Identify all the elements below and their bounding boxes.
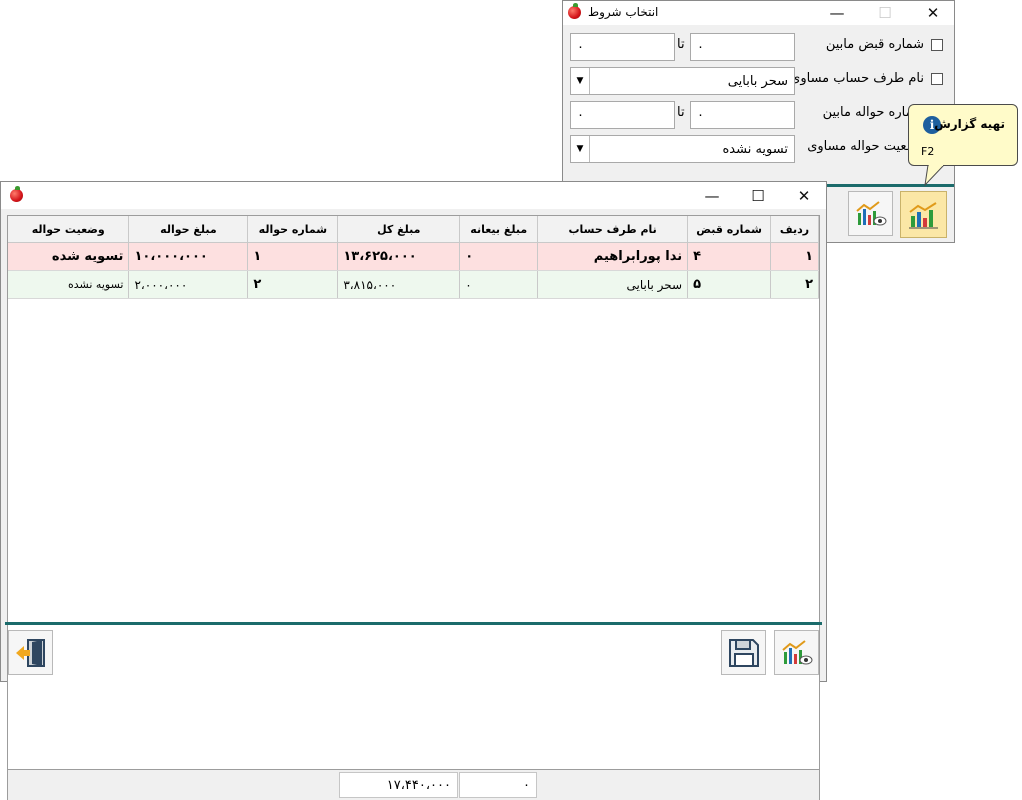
cell-status: تسویه شده [8, 242, 130, 271]
receipt-from-value: ۰ [697, 39, 704, 55]
generate-report-button[interactable] [900, 191, 947, 238]
cell-account: سحر بابایی [537, 270, 689, 299]
transfer-to-value: ۰ [577, 107, 584, 123]
to-label-2: تا [677, 105, 685, 120]
exit-button[interactable] [8, 630, 53, 675]
receipt-to-input[interactable]: ۰ [570, 33, 675, 61]
col-header-status[interactable]: وضعیت حواله [8, 216, 130, 243]
cell-transfer-no: ۲ [247, 270, 339, 299]
chart-preview-icon [855, 200, 886, 225]
conditions-title: انتخاب شروط [588, 5, 659, 19]
tooltip-title: تهیه گزارش [934, 117, 1005, 131]
cell-transfer-no: ۱ [247, 242, 339, 271]
report-window: — ☐ ✕ ردیف شماره قبض نام طرف حساب مبلغ ب… [0, 181, 827, 800]
chevron-down-icon[interactable]: ▼ [571, 68, 590, 94]
receipt-to-value: ۰ [577, 39, 584, 55]
tooltip-shortcut: F2 [921, 145, 935, 158]
deposit-sum-value: ۰ [523, 777, 530, 793]
account-combo[interactable]: ▼ سحر بابایی [570, 67, 795, 95]
tooltip-pointer [924, 165, 945, 187]
report-titlebar: — ☐ ✕ [1, 182, 826, 209]
col-header-account[interactable]: نام طرف حساب [537, 216, 689, 243]
cell-deposit: ۰ [459, 242, 539, 271]
app-logo-icon [568, 3, 581, 19]
cell-account: ندا پورابراهیم [537, 242, 689, 271]
cell-status: تسویه نشده [8, 270, 130, 299]
preview-report-button[interactable] [774, 630, 819, 675]
col-header-transfer-no[interactable]: شماره حواله [247, 216, 339, 243]
cell-transfer-amount: ۲،۰۰۰،۰۰۰ [128, 270, 249, 299]
maximize-icon: ☐ [878, 4, 892, 22]
status-label: وضعیت حواله مساوی [807, 139, 924, 154]
chart-preview-icon [781, 639, 812, 664]
receipt-range-label: شماره قبض مابین [825, 37, 924, 52]
status-combo[interactable]: ▼ تسویه نشده [570, 135, 795, 163]
cell-total: ۱۳،۶۲۵،۰۰۰ [337, 242, 461, 271]
minimize-icon[interactable]: — [691, 182, 733, 209]
transfer-from-input[interactable]: ۰ [690, 101, 795, 129]
transfer-from-value: ۰ [697, 107, 704, 123]
cell-transfer-amount: ۱۰،۰۰۰،۰۰۰ [128, 242, 249, 271]
account-checkbox[interactable] [931, 73, 943, 85]
table-row[interactable]: ۱ ۴ ندا پورابراهیم ۰ ۱۳،۶۲۵،۰۰۰ ۱ ۱۰،۰۰۰… [8, 242, 819, 271]
transfer-to-input[interactable]: ۰ [570, 101, 675, 129]
preview-report-button[interactable] [848, 191, 893, 236]
col-header-row-no[interactable]: ردیف [770, 216, 819, 243]
minimize-icon[interactable]: — [816, 1, 858, 25]
exit-door-icon [15, 638, 45, 667]
cell-receipt: ۴ [687, 242, 772, 271]
cell-receipt: ۵ [687, 270, 772, 299]
to-label-1: تا [677, 37, 685, 52]
report-grid[interactable]: ردیف شماره قبض نام طرف حساب مبلغ بیعانه … [7, 215, 820, 800]
chart-report-icon [908, 201, 938, 228]
status-value: تسویه نشده [722, 141, 788, 157]
col-header-deposit[interactable]: مبلغ بیعانه [459, 216, 539, 243]
col-header-total[interactable]: مبلغ کل [337, 216, 461, 243]
total-sum: ۱۷،۴۴۰،۰۰۰ [339, 772, 458, 798]
col-header-transfer-amount[interactable]: مبلغ حواله [128, 216, 249, 243]
report-tooltip: i تهیه گزارش F2 [908, 104, 1018, 166]
cell-total: ۳،۸۱۵،۰۰۰ [337, 270, 461, 299]
report-table: ردیف شماره قبض نام طرف حساب مبلغ بیعانه … [8, 216, 819, 299]
total-sum-value: ۱۷،۴۴۰،۰۰۰ [386, 777, 451, 793]
account-label: نام طرف حساب مساوی [790, 71, 924, 86]
receipt-from-input[interactable]: ۰ [690, 33, 795, 61]
save-button[interactable] [721, 630, 766, 675]
chevron-down-icon[interactable]: ▼ [571, 136, 590, 162]
conditions-titlebar: انتخاب شروط — ☐ ✕ [563, 1, 954, 25]
close-icon[interactable]: ✕ [912, 1, 954, 25]
receipt-range-checkbox[interactable] [931, 39, 943, 51]
deposit-sum: ۰ [459, 772, 537, 798]
totals-footer: ۰ ۱۷،۴۴۰،۰۰۰ [8, 769, 819, 800]
table-header-row: ردیف شماره قبض نام طرف حساب مبلغ بیعانه … [8, 216, 819, 243]
account-value: سحر بابایی [727, 73, 788, 89]
table-row[interactable]: ۲ ۵ سحر بابایی ۰ ۳،۸۱۵،۰۰۰ ۲ ۲،۰۰۰،۰۰۰ ت… [8, 270, 819, 299]
cell-row-no: ۲ [770, 270, 819, 299]
cell-row-no: ۱ [770, 242, 819, 271]
maximize-icon[interactable]: ☐ [737, 182, 779, 209]
col-header-receipt[interactable]: شماره قبض [687, 216, 772, 243]
close-icon[interactable]: ✕ [783, 182, 825, 209]
app-logo-icon [10, 186, 23, 202]
save-disk-icon [728, 638, 759, 667]
report-accent-line [5, 622, 822, 625]
cell-deposit: ۰ [459, 270, 539, 299]
